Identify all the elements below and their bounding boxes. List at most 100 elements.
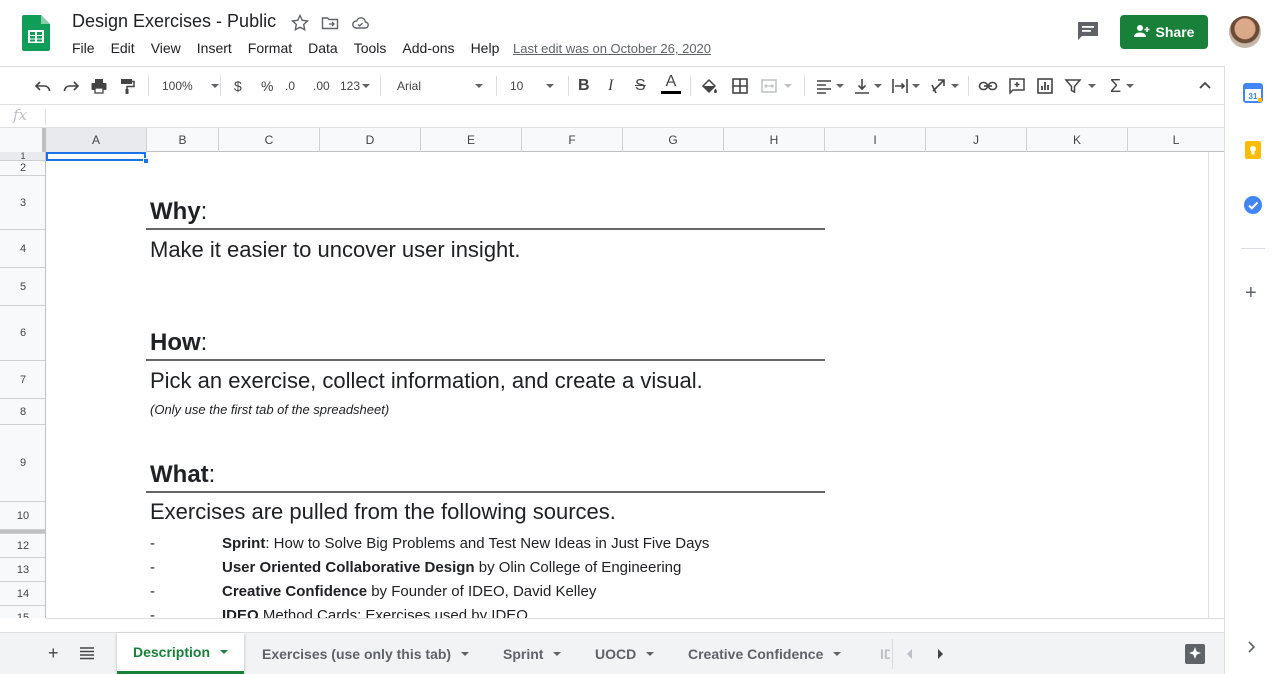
last-edit-link[interactable]: Last edit was on October 26, 2020 (513, 41, 711, 56)
tasks-icon[interactable] (1243, 195, 1263, 220)
row-headers: 1 2 3 4 5 6 7 8 9 10 12 13 14 15 (0, 152, 46, 618)
functions-icon[interactable]: Σ (1110, 75, 1135, 97)
column-header-f[interactable]: F (522, 128, 623, 152)
tab-description[interactable]: Description (117, 633, 245, 674)
font-size-select[interactable]: 10 (510, 75, 554, 97)
insert-link-icon[interactable] (978, 75, 998, 97)
vertical-align-icon[interactable] (853, 75, 882, 97)
print-icon[interactable] (90, 75, 108, 97)
row-header-12[interactable]: 12 (0, 534, 45, 558)
text-color-icon[interactable]: A (661, 73, 681, 95)
row-header-10[interactable]: 10 (0, 502, 45, 530)
column-header-b[interactable]: B (147, 128, 219, 152)
column-header-d[interactable]: D (320, 128, 421, 152)
star-icon[interactable] (290, 13, 310, 33)
add-sheet-icon[interactable]: + (48, 644, 59, 662)
collapse-toolbar-icon[interactable] (1198, 75, 1212, 97)
tab-creative-confidence[interactable]: Creative Confidence (672, 633, 857, 674)
document-title[interactable]: Design Exercises - Public (72, 11, 276, 32)
paint-format-icon[interactable] (118, 75, 136, 97)
more-formats-select[interactable]: 123 (340, 75, 371, 97)
column-header-g[interactable]: G (623, 128, 724, 152)
row-header-15[interactable]: 15 (0, 606, 45, 619)
row-header-8[interactable]: 8 (0, 399, 45, 425)
fill-handle[interactable] (143, 158, 149, 164)
merge-cells-icon[interactable] (760, 75, 792, 97)
column-header-h[interactable]: H (724, 128, 825, 152)
cloud-status-icon[interactable] (350, 13, 370, 33)
scroll-tabs-right-icon[interactable] (935, 647, 945, 665)
row-header-13[interactable]: 13 (0, 558, 45, 582)
get-addons-icon[interactable]: + (1245, 283, 1257, 303)
menu-edit[interactable]: Edit (111, 40, 135, 58)
row-header-3[interactable]: 3 (0, 176, 45, 230)
menu-format[interactable]: Format (248, 40, 292, 58)
menu-help[interactable]: Help (471, 40, 500, 58)
italic-icon[interactable]: I (608, 75, 613, 97)
row-header-2[interactable]: 2 (0, 161, 45, 176)
row-header-14[interactable]: 14 (0, 582, 45, 606)
menu-addons[interactable]: Add-ons (402, 40, 454, 58)
insert-comment-icon[interactable] (1008, 75, 1026, 97)
row-header-6[interactable]: 6 (0, 306, 45, 361)
share-button[interactable]: Share (1120, 15, 1208, 49)
row-header-4[interactable]: 4 (0, 230, 45, 268)
chevron-down-icon (951, 84, 959, 88)
column-header-i[interactable]: I (825, 128, 926, 152)
redo-icon[interactable] (62, 75, 80, 97)
filter-icon[interactable] (1064, 75, 1096, 97)
vertical-scrollbar[interactable] (1208, 152, 1224, 618)
sheets-logo-icon[interactable] (22, 15, 50, 51)
column-header-e[interactable]: E (421, 128, 522, 152)
move-folder-icon[interactable] (320, 13, 340, 33)
row-header-7[interactable]: 7 (0, 361, 45, 399)
column-header-l[interactable]: L (1128, 128, 1224, 152)
strikethrough-icon[interactable]: S (635, 75, 646, 97)
tab-uocd[interactable]: UOCD (579, 633, 670, 674)
currency-format-button[interactable]: $ (234, 75, 242, 97)
expand-panel-icon[interactable] (1247, 640, 1257, 658)
all-sheets-icon[interactable] (80, 646, 94, 665)
column-header-c[interactable]: C (219, 128, 320, 152)
calendar-icon[interactable]: 31 (1243, 83, 1263, 108)
chevron-down-icon (836, 84, 844, 88)
scroll-tabs-left-icon[interactable] (905, 647, 915, 665)
row-header-5[interactable]: 5 (0, 268, 45, 306)
row-header-1[interactable]: 1 (0, 152, 45, 161)
tab-exercises[interactable]: Exercises (use only this tab) (246, 633, 485, 674)
percent-format-button[interactable]: % (261, 75, 273, 97)
bold-icon[interactable]: B (578, 75, 590, 97)
explore-icon[interactable] (1184, 643, 1206, 670)
text-rotation-icon[interactable] (930, 75, 959, 97)
comment-history-icon[interactable] (1076, 20, 1100, 42)
tab-ideo[interactable]: ID (864, 633, 890, 674)
menu-insert[interactable]: Insert (197, 40, 232, 58)
fill-color-icon[interactable] (700, 75, 718, 97)
side-panel-divider (1241, 248, 1265, 249)
menu-tools[interactable]: Tools (354, 40, 387, 58)
row-header-9[interactable]: 9 (0, 425, 45, 502)
undo-icon[interactable] (34, 75, 52, 97)
decrease-decimal-button[interactable]: .0 (285, 75, 295, 97)
column-header-a[interactable]: A (46, 128, 147, 152)
horizontal-align-icon[interactable] (815, 75, 844, 97)
avatar[interactable] (1229, 16, 1261, 48)
list-item: Sprint: How to Solve Big Problems and Te… (222, 535, 709, 552)
increase-decimal-button[interactable]: .00 (313, 75, 330, 97)
column-header-k[interactable]: K (1027, 128, 1128, 152)
selected-cell[interactable] (46, 152, 146, 161)
insert-chart-icon[interactable] (1036, 75, 1054, 97)
menu-file[interactable]: File (72, 40, 95, 58)
column-header-j[interactable]: J (926, 128, 1027, 152)
sheet-grid[interactable]: Why: Make it easier to uncover user insi… (46, 152, 1208, 618)
keep-icon[interactable] (1243, 140, 1263, 165)
menu-view[interactable]: View (151, 40, 181, 58)
horizontal-scrollbar[interactable] (46, 618, 1224, 632)
borders-icon[interactable] (731, 75, 749, 97)
tab-sprint[interactable]: Sprint (487, 633, 577, 674)
menu-data[interactable]: Data (308, 40, 338, 58)
select-all-corner[interactable] (0, 128, 46, 152)
text-wrap-icon[interactable] (891, 75, 920, 97)
font-family-select[interactable]: Arial (397, 75, 483, 97)
zoom-select[interactable]: 100% (162, 75, 219, 97)
